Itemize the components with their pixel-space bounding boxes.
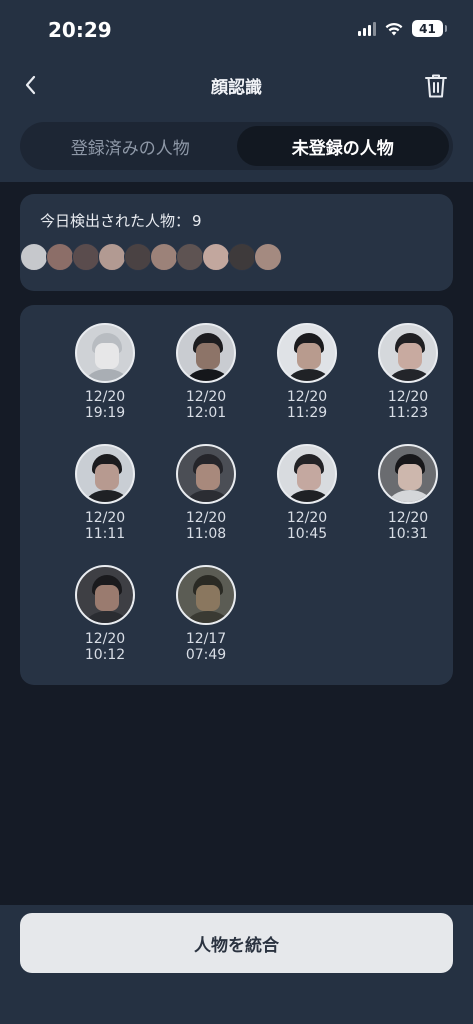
face-avatar	[378, 323, 438, 383]
face-time: 11:08	[185, 526, 227, 542]
face-time: 11:11	[84, 526, 126, 542]
face-avatar	[277, 323, 337, 383]
strip-face-thumb	[176, 243, 204, 271]
status-time: 20:29	[48, 18, 112, 42]
status-icons: 41	[358, 20, 447, 37]
face-grid: 12/20 19:19 12/20 12:01 12/20 11:29 12/20 11:23…	[20, 305, 453, 685]
face-thumbnail-item[interactable]: 12/20 10:31	[358, 444, 458, 542]
face-avatar	[176, 565, 236, 625]
today-detected-count: 9	[192, 212, 202, 230]
face-avatar	[75, 323, 135, 383]
face-time: 10:45	[286, 526, 328, 542]
face-thumbnail-item[interactable]: 12/20 12:01	[156, 323, 256, 421]
strip-face-thumb	[228, 243, 256, 271]
page-title: 顔認識	[211, 78, 262, 98]
face-time: 11:29	[286, 405, 328, 421]
status-bar: 20:29 41	[0, 0, 473, 60]
merge-persons-button[interactable]: 人物を統合	[20, 913, 453, 973]
face-avatar	[378, 444, 438, 504]
header-area: 20:29 41 顔認識 登録済みの人物 未登録の人物	[0, 0, 473, 182]
face-avatar	[176, 323, 236, 383]
face-date: 12/20	[84, 631, 126, 647]
face-date: 12/20	[84, 389, 126, 405]
delete-button[interactable]	[419, 70, 453, 102]
face-recognition-screen: 20:29 41 顔認識 登録済みの人物 未登録の人物 今日検出された人物： 9…	[0, 0, 473, 1024]
face-time: 07:49	[185, 647, 227, 663]
tab-registered[interactable]: 登録済みの人物	[24, 126, 237, 166]
unregistered-faces-card: 12/20 19:19 12/20 12:01 12/20 11:29 12/20 11:23…	[20, 305, 453, 685]
face-avatar	[277, 444, 337, 504]
face-avatar	[75, 565, 135, 625]
face-date: 12/20	[185, 510, 227, 526]
face-thumbnail-item[interactable]: 12/17 07:49	[156, 565, 256, 663]
face-avatar	[75, 444, 135, 504]
face-date: 12/20	[286, 389, 328, 405]
strip-face-thumb	[72, 243, 100, 271]
face-time: 11:23	[387, 405, 429, 421]
face-date: 12/17	[185, 631, 227, 647]
face-thumbnail-item[interactable]: 12/20 11:08	[156, 444, 256, 542]
face-time: 10:31	[387, 526, 429, 542]
face-avatar	[176, 444, 236, 504]
strip-face-thumb	[150, 243, 178, 271]
tab-unregistered[interactable]: 未登録の人物	[236, 126, 449, 166]
trash-icon	[425, 74, 447, 98]
face-date: 12/20	[387, 510, 429, 526]
face-time: 19:19	[84, 405, 126, 421]
today-detected-text: 今日検出された人物：	[40, 212, 191, 230]
face-time: 12:01	[185, 405, 227, 421]
face-thumbnail-item[interactable]: 12/20 19:19	[55, 323, 155, 421]
face-thumbnail-item[interactable]: 12/20 11:23	[358, 323, 458, 421]
today-detected-label: 今日検出された人物： 9	[40, 210, 202, 231]
battery-icon: 41	[412, 20, 447, 37]
nav-bar: 顔認識	[0, 60, 473, 110]
face-date: 12/20	[84, 510, 126, 526]
strip-face-thumb	[20, 243, 48, 271]
face-thumbnail-item[interactable]: 12/20 10:45	[257, 444, 357, 542]
face-date: 12/20	[286, 510, 328, 526]
strip-face-thumb	[202, 243, 230, 271]
strip-face-thumb	[98, 243, 126, 271]
face-thumbnail-item[interactable]: 12/20 11:29	[257, 323, 357, 421]
face-time: 10:12	[84, 647, 126, 663]
face-date: 12/20	[387, 389, 429, 405]
cellular-signal-icon	[358, 21, 376, 36]
face-date: 12/20	[185, 389, 227, 405]
strip-face-thumb	[254, 243, 282, 271]
wifi-icon	[385, 22, 403, 35]
face-thumbnail-item[interactable]: 12/20 10:12	[55, 565, 155, 663]
strip-face-thumb	[124, 243, 152, 271]
person-tabs: 登録済みの人物 未登録の人物	[20, 122, 453, 170]
strip-face-thumb	[46, 243, 74, 271]
face-thumbnail-item[interactable]: 12/20 11:11	[55, 444, 155, 542]
